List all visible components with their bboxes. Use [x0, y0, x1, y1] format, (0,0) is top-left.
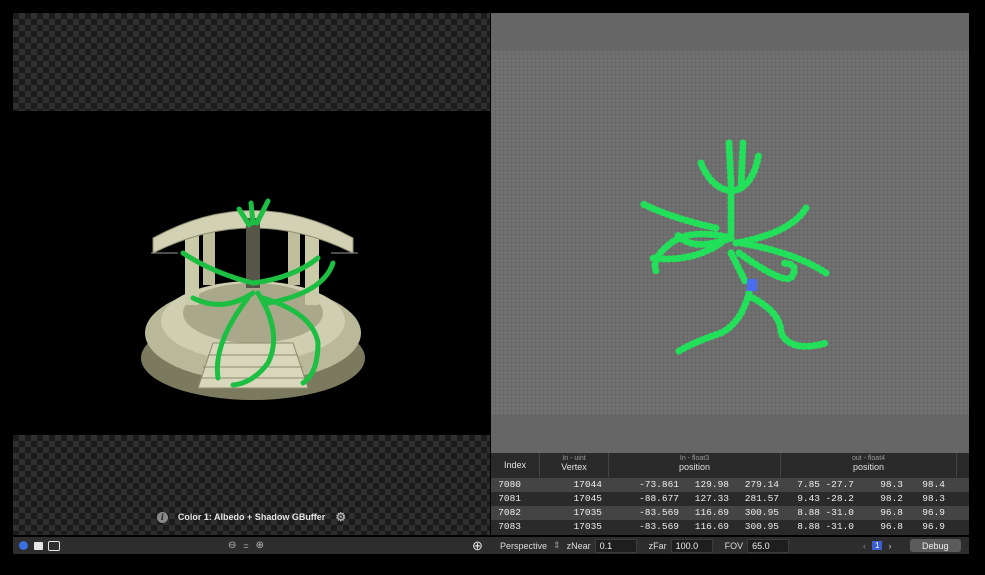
zoom-group: ⊖ = ⊕ — [228, 537, 264, 554]
texture-caption: i Color 1: Albedo + Shadow GBuffer ⚙ — [13, 507, 490, 527]
chevron-left-icon[interactable]: ‹ — [863, 541, 866, 551]
scene-render — [141, 198, 365, 400]
mesh-render — [637, 139, 830, 357]
geometry-viewer[interactable] — [491, 13, 969, 453]
selected-vertex-marker — [747, 279, 757, 291]
table-row[interactable]: 7081 17045 -88.677 127.33 281.57 9.43 -2… — [491, 492, 969, 506]
page-indicator[interactable]: 1 — [872, 541, 883, 550]
table-row[interactable]: 7082 17035 -83.569 116.69 300.95 8.88 -3… — [491, 506, 969, 520]
caption-label: Color 1: Albedo + Shadow GBuffer — [177, 512, 326, 522]
clapper-icon[interactable] — [34, 541, 43, 550]
fov-field[interactable]: 65.0 — [747, 538, 790, 553]
col-in-position-header[interactable]: In - float3 position — [609, 453, 781, 477]
zfar-field[interactable]: 100.0 — [670, 538, 713, 553]
zoom-in-icon[interactable]: ⊕ — [256, 540, 264, 551]
projection-group: Perspective ⇕ zNear 0.1 zFar 100.0 FOV 6… — [500, 537, 790, 554]
col-index-header[interactable]: Index — [491, 453, 540, 477]
chevron-right-icon[interactable]: › — [888, 541, 891, 551]
zfar-label: zFar — [648, 540, 667, 551]
window-icon[interactable] — [48, 540, 60, 551]
texture-viewer[interactable]: i Color 1: Albedo + Shadow GBuffer ⚙ — [13, 13, 490, 535]
camera-reset-icon[interactable]: ⊕ — [472, 537, 483, 554]
znear-label: zNear — [566, 540, 591, 551]
znear-field[interactable]: 0.1 — [594, 538, 637, 553]
info-icon[interactable]: i — [156, 511, 168, 523]
pager-group: ‹ 1 › — [863, 537, 891, 554]
zoom-out-icon[interactable]: ⊖ — [228, 540, 236, 551]
table-row[interactable]: 7080 17044 -73.861 129.98 279.14 7.85 -2… — [491, 478, 969, 492]
bottom-toolbar: ⊖ = ⊕ ⊕ Perspective ⇕ zNear 0.1 zFar 100… — [13, 537, 969, 554]
gear-icon[interactable]: ⚙ — [335, 510, 346, 524]
left-tool-group — [19, 537, 60, 554]
zoom-fit-icon[interactable]: = — [243, 541, 248, 551]
debug-group: Debug — [910, 537, 961, 554]
col-out-position-header[interactable]: out - float4 position — [781, 453, 957, 477]
fov-label: FOV — [724, 540, 744, 551]
chevron-updown-icon[interactable]: ⇕ — [553, 540, 561, 551]
projection-select[interactable]: Perspective — [500, 541, 547, 551]
table-row[interactable]: 7083 17035 -83.569 116.69 300.95 8.88 -3… — [491, 520, 969, 534]
debug-button[interactable]: Debug — [910, 539, 961, 552]
capture-icon[interactable] — [19, 541, 28, 550]
col-vertex-header[interactable]: In - uint Vertex — [540, 453, 609, 477]
table-body: 7080 17044 -73.861 129.98 279.14 7.85 -2… — [491, 478, 969, 535]
vertex-table[interactable]: Index In - uint Vertex In - float3 posit… — [491, 453, 969, 535]
